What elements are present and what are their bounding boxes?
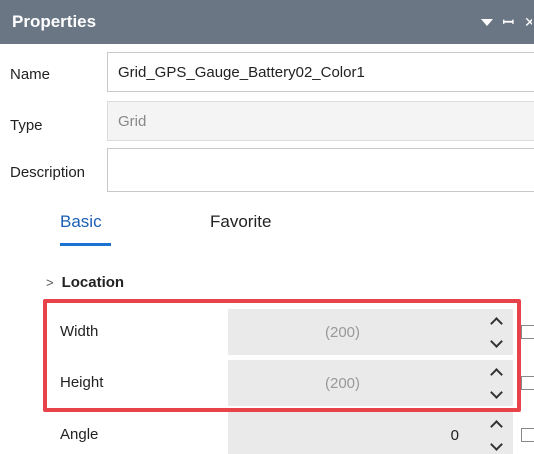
tab-basic[interactable]: Basic (60, 212, 102, 232)
spin-down-icon[interactable] (490, 442, 502, 452)
type-label: Type (10, 116, 43, 134)
close-icon[interactable]: ✕ (524, 14, 532, 31)
description-row: Description (0, 148, 534, 194)
angle-spinner[interactable] (485, 418, 507, 452)
highlight-annotation (43, 299, 521, 412)
type-field: Grid (107, 101, 534, 141)
angle-label: Angle (60, 425, 99, 443)
panel-title: Properties (12, 12, 97, 31)
tab-favorite[interactable]: Favorite (210, 212, 271, 232)
name-label: Name (10, 65, 51, 83)
description-label: Description (10, 163, 86, 181)
name-row: Name Grid_GPS_Gauge_Battery02_Color1 (0, 52, 534, 96)
width-checkbox[interactable] (521, 325, 534, 339)
property-row-angle: Angle 0 (44, 412, 534, 454)
dropdown-icon[interactable] (480, 18, 493, 26)
title-bar-controls: ꟷ ✕ (480, 0, 534, 44)
active-tab-indicator (60, 243, 111, 246)
description-field[interactable] (107, 148, 534, 192)
pin-icon[interactable]: ꟷ (503, 13, 514, 32)
type-row: Type Grid (0, 101, 534, 147)
location-section-header[interactable]: > Location (46, 274, 124, 291)
spin-up-icon[interactable] (490, 418, 502, 428)
angle-value-field[interactable]: 0 (228, 412, 513, 454)
height-checkbox[interactable] (521, 376, 534, 390)
properties-title-bar: Properties ꟷ ✕ (0, 0, 534, 44)
chevron-right-icon: > (46, 275, 54, 290)
angle-checkbox[interactable] (521, 428, 534, 442)
name-field[interactable]: Grid_GPS_Gauge_Battery02_Color1 (107, 52, 534, 92)
section-label: Location (61, 274, 125, 291)
angle-value: 0 (450, 426, 459, 444)
